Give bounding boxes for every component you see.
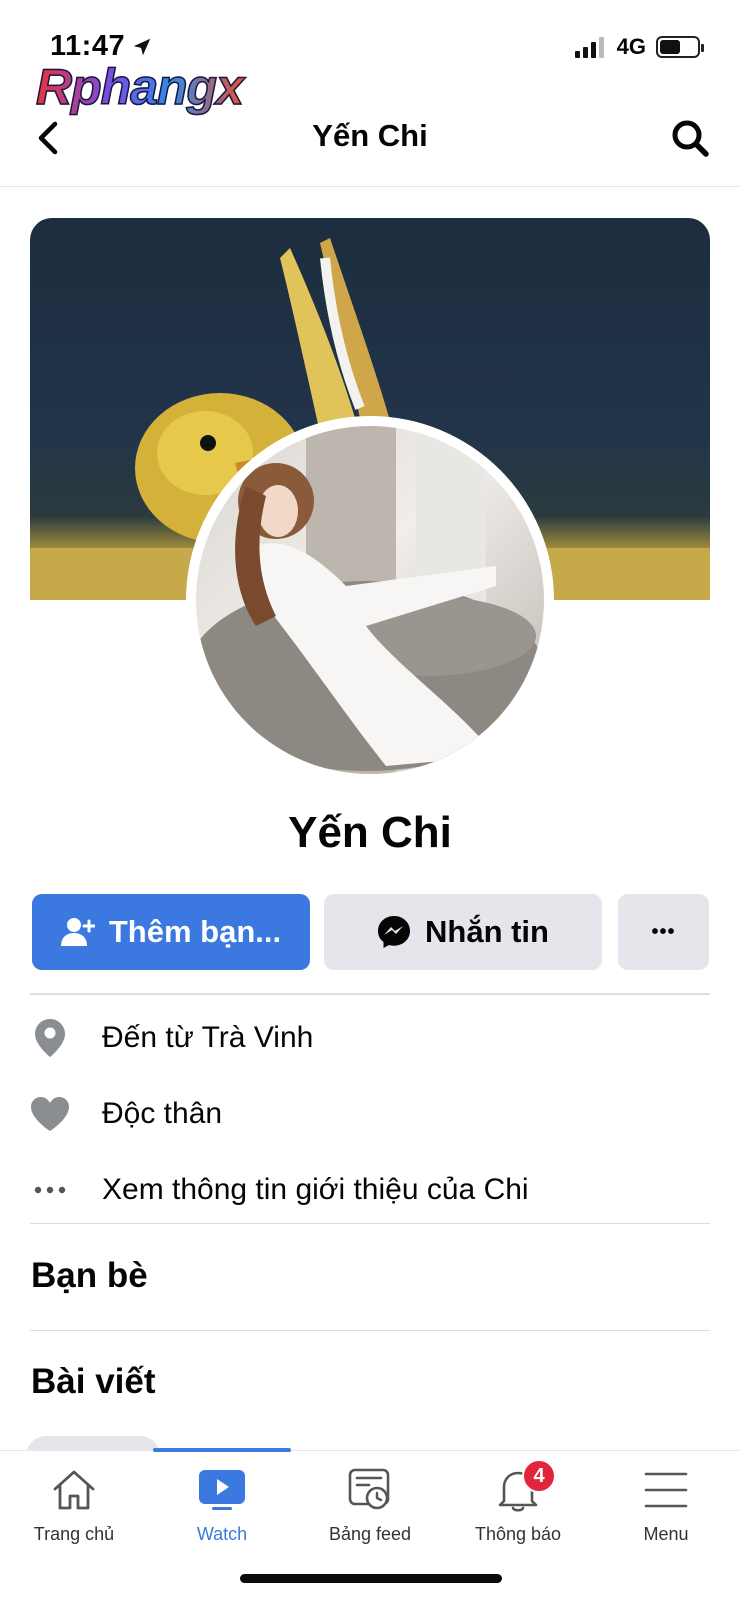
avatar[interactable] — [196, 426, 544, 774]
hometown-place[interactable]: Trà Vinh — [202, 1021, 314, 1054]
add-friend-button[interactable]: Thêm bạn... — [32, 894, 310, 970]
more-options-button[interactable]: ••• — [618, 894, 709, 970]
status-indicators: 4G — [574, 34, 704, 60]
location-arrow-icon — [133, 38, 151, 55]
tab-feed[interactable]: Bảng feed — [296, 1465, 444, 1545]
tab-watch-label: Watch — [196, 1524, 248, 1544]
see-about-row[interactable]: Xem thông tin giới thiệu của Chi — [30, 1160, 710, 1220]
tab-menu[interactable]: Menu — [592, 1465, 740, 1545]
battery-icon — [656, 36, 704, 58]
hometown-prefix: Đến từ — [102, 1021, 202, 1054]
watch-icon — [196, 1465, 248, 1514]
intro-divider — [30, 1223, 710, 1224]
message-button[interactable]: Nhắn tin — [324, 894, 602, 970]
tab-notifications[interactable]: 4 Thông báo — [444, 1459, 592, 1545]
more-options-icon: ••• — [651, 920, 676, 943]
friends-divider — [30, 1330, 710, 1331]
hometown-text: Đến từ Trà Vinh — [102, 1021, 313, 1055]
status-bar: 11:47 4G — [0, 0, 740, 62]
add-friend-icon — [60, 918, 95, 946]
feed-icon — [344, 1465, 396, 1514]
nav-divider — [0, 186, 740, 187]
messenger-icon — [378, 916, 410, 948]
relationship-row: Độc thân — [30, 1084, 710, 1144]
tab-home-label: Trang chủ — [33, 1524, 115, 1544]
ellipsis-icon — [30, 1170, 70, 1210]
tab-feed-label: Bảng feed — [328, 1524, 412, 1544]
home-indicator[interactable] — [240, 1574, 502, 1583]
tab-notifications-label: Thông báo — [474, 1524, 562, 1544]
actions-divider — [30, 993, 710, 995]
bell-icon: 4 — [492, 1459, 556, 1514]
friends-section-title[interactable]: Bạn bè — [31, 1256, 148, 1296]
hometown-row: Đến từ Trà Vinh — [30, 1008, 710, 1068]
menu-icon — [640, 1465, 692, 1514]
see-about-text[interactable]: Xem thông tin giới thiệu của Chi — [102, 1173, 529, 1207]
page-title: Yến Chi — [312, 118, 428, 153]
add-friend-label: Thêm bạn... — [108, 914, 282, 949]
location-pin-icon — [30, 1018, 70, 1058]
profile-name: Yến Chi — [288, 808, 452, 857]
battery-nub — [701, 44, 704, 52]
tab-watch[interactable]: Watch — [148, 1465, 296, 1545]
heart-icon — [30, 1094, 70, 1134]
search-icon — [672, 120, 709, 157]
avatar-photo — [196, 426, 544, 774]
relationship-text: Độc thân — [102, 1097, 223, 1130]
posts-section-title: Bài viết — [31, 1362, 156, 1401]
signal-icon — [574, 37, 604, 58]
notification-badge: 4 — [522, 1459, 556, 1493]
network-label: 4G — [616, 34, 646, 59]
message-label: Nhắn tin — [425, 914, 549, 949]
search-button[interactable] — [668, 116, 712, 160]
tab-menu-label: Menu — [643, 1524, 689, 1544]
tab-home[interactable]: Trang chủ — [0, 1465, 148, 1545]
battery-fill — [660, 40, 680, 54]
watermark-logo: Rphangx — [35, 58, 244, 116]
active-tab-indicator — [153, 1448, 291, 1452]
home-icon — [48, 1465, 100, 1514]
